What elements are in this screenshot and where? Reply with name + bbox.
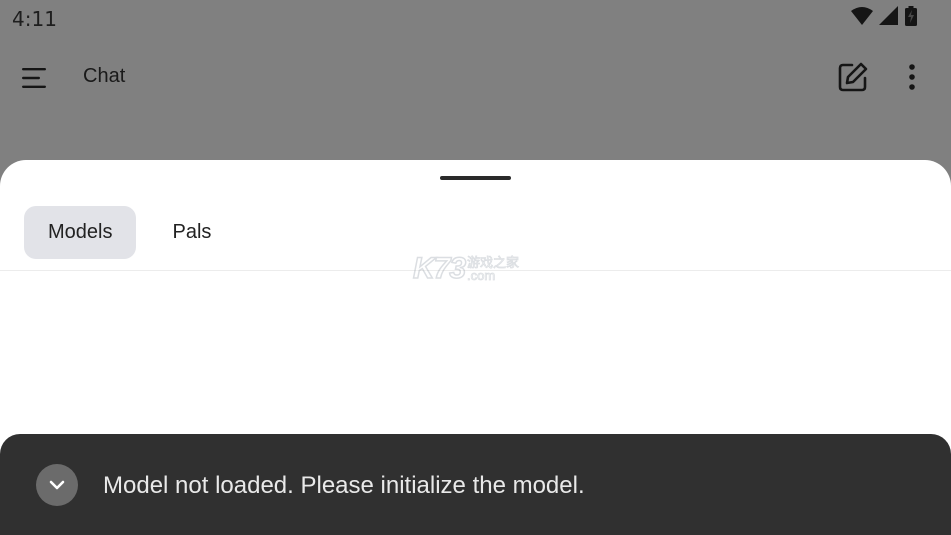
watermark-domain: .com	[467, 268, 496, 283]
sheet-tabs: Models Pals	[24, 206, 235, 259]
tab-pals[interactable]: Pals	[148, 206, 235, 259]
watermark: K73 游戏之家 .com	[412, 251, 520, 286]
tab-models[interactable]: Models	[24, 206, 137, 259]
snackbar: Model not loaded. Please initialize the …	[0, 434, 951, 535]
sheet-drag-handle[interactable]	[440, 176, 511, 180]
watermark-logo: K73	[412, 251, 467, 286]
chevron-down-icon[interactable]	[36, 464, 78, 506]
snackbar-message: Model not loaded. Please initialize the …	[103, 472, 585, 499]
watermark-side: 游戏之家 .com	[467, 256, 520, 283]
